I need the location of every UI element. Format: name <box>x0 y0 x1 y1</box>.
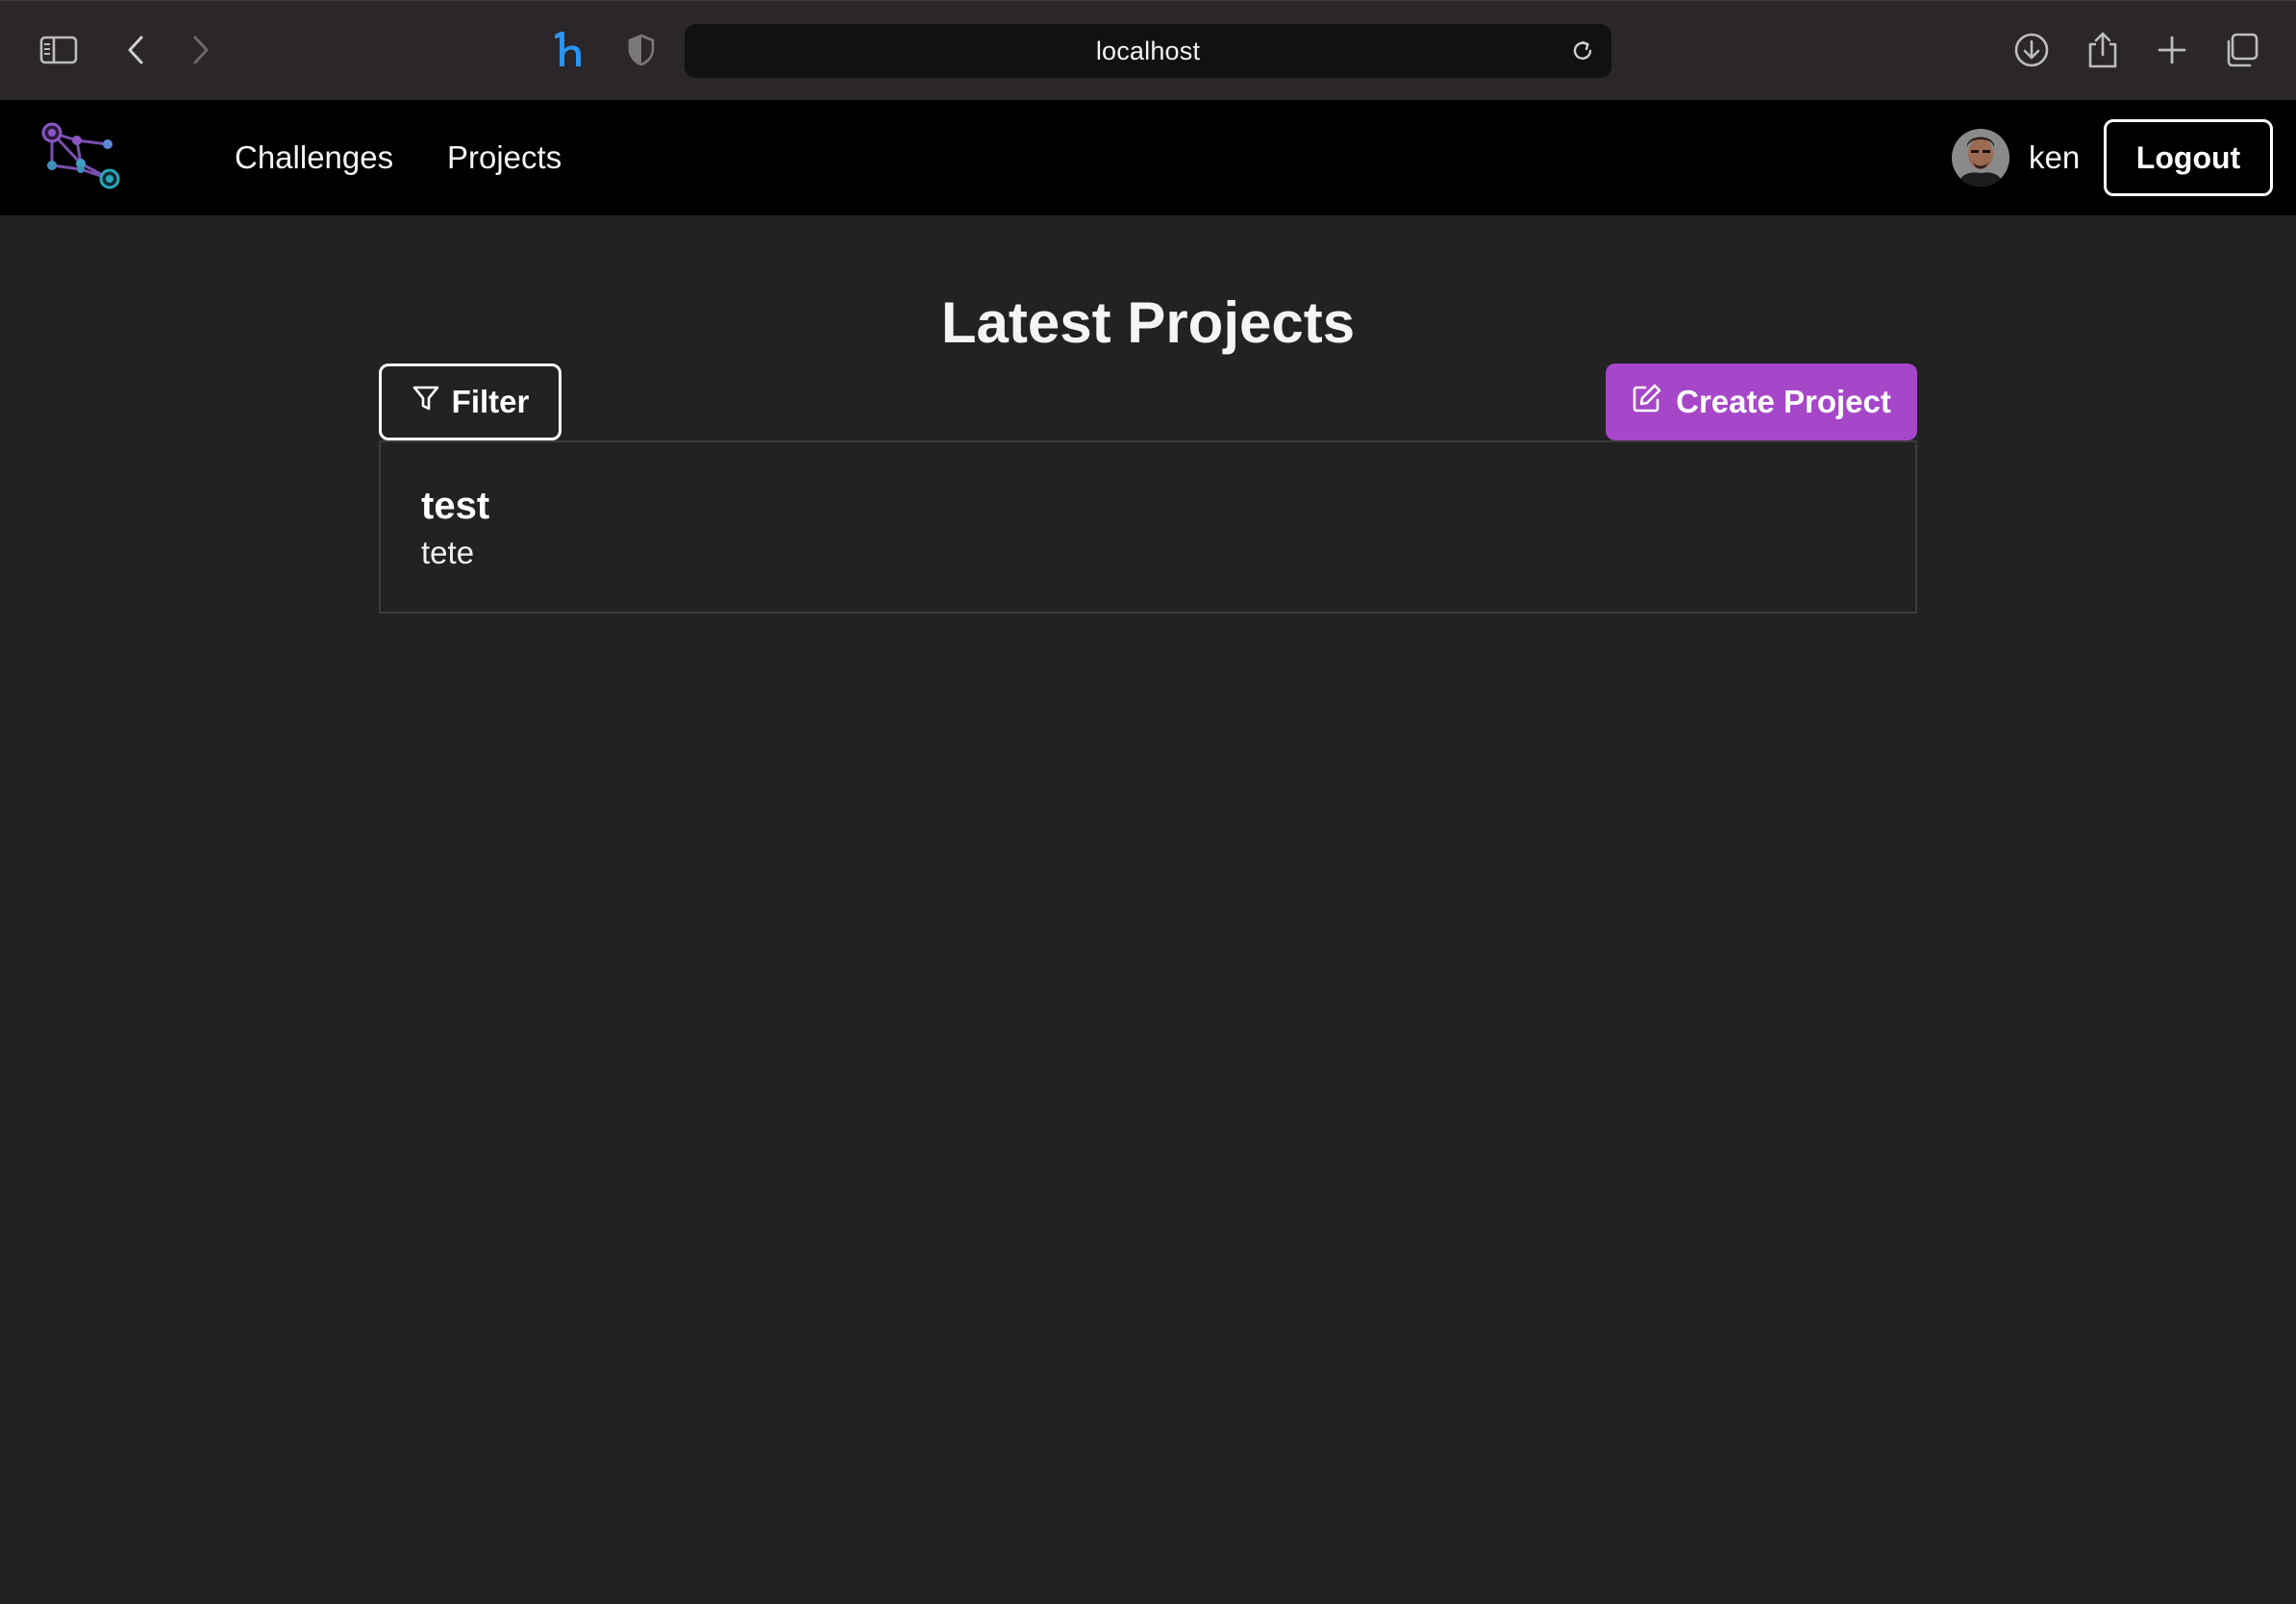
forward-icon[interactable] <box>179 28 223 72</box>
shield-icon[interactable] <box>619 28 663 72</box>
project-card[interactable]: test tete <box>379 440 1917 614</box>
tabs-overview-icon[interactable] <box>2219 28 2263 72</box>
logout-button[interactable]: Logout <box>2104 119 2273 196</box>
project-name: test <box>421 485 490 527</box>
nav-link-challenges[interactable]: Challenges <box>235 137 393 179</box>
download-icon[interactable] <box>2009 28 2054 72</box>
username: ken <box>2029 139 2081 175</box>
create-project-button[interactable]: Create Project <box>1606 363 1917 440</box>
browser-toolbar: localhost <box>0 0 2296 100</box>
filter-icon <box>412 384 440 420</box>
sidebar-toggle-icon[interactable] <box>37 28 81 72</box>
back-icon[interactable] <box>113 28 158 72</box>
reload-icon[interactable] <box>1565 34 1600 68</box>
new-tab-icon[interactable] <box>2150 28 2194 72</box>
avatar[interactable] <box>1952 129 2009 187</box>
page-title: Latest Projects <box>940 290 1356 355</box>
app-logo-icon[interactable] <box>38 119 125 196</box>
share-icon[interactable] <box>2081 28 2125 72</box>
url-text: localhost <box>1095 36 1201 65</box>
filter-button[interactable]: Filter <box>379 363 562 440</box>
create-project-label: Create Project <box>1676 384 1891 419</box>
filter-label: Filter <box>451 384 530 419</box>
project-description: tete <box>421 535 475 570</box>
app-navbar: Challenges Projects ken Logout <box>0 100 2296 215</box>
edit-icon <box>1632 383 1662 421</box>
nav-link-projects[interactable]: Projects <box>447 137 562 179</box>
honey-extension-icon[interactable] <box>548 28 592 72</box>
url-bar[interactable]: localhost <box>685 24 1611 78</box>
